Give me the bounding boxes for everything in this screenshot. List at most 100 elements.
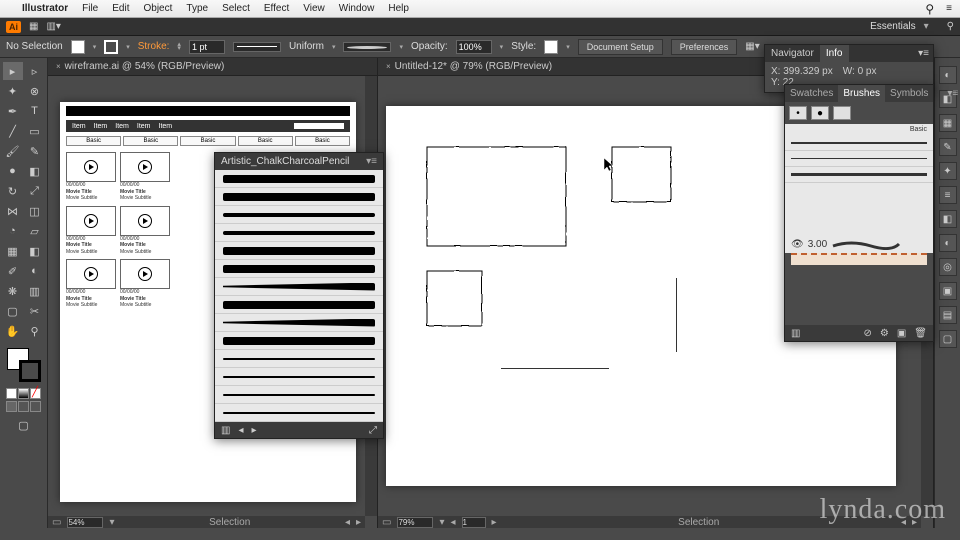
- direct-selection-tool[interactable]: ▹: [25, 62, 45, 80]
- zoom-dropdown-icon[interactable]: ▾: [439, 517, 444, 528]
- opacity-dropdown-icon[interactable]: ▾: [500, 43, 504, 51]
- fill-swatch[interactable]: [71, 40, 85, 54]
- brush-thumb[interactable]: [833, 106, 851, 120]
- lasso-tool[interactable]: ⊗: [25, 82, 45, 100]
- options-icon[interactable]: ⚙: [880, 328, 889, 339]
- menu-type[interactable]: Type: [186, 3, 208, 14]
- brushes-panel[interactable]: Swatches Brushes Symbols ▾≡ • ● Basic 👁 …: [784, 84, 934, 342]
- scroll-right-icon[interactable]: ▸: [356, 517, 361, 528]
- library-menu-icon[interactable]: ▥: [791, 328, 800, 339]
- zoom-right[interactable]: [397, 517, 433, 528]
- slice-tool[interactable]: ✂: [25, 302, 45, 320]
- magic-wand-tool[interactable]: ✦: [3, 82, 23, 100]
- zoom-dropdown-icon[interactable]: ▾: [109, 517, 114, 528]
- tab-swatches[interactable]: Swatches: [785, 85, 838, 102]
- screen-mode[interactable]: ▢: [14, 416, 34, 434]
- opacity-input[interactable]: [456, 40, 492, 54]
- symbol-sprayer-tool[interactable]: ❋: [3, 282, 23, 300]
- scroll-left-icon[interactable]: ◂: [345, 517, 350, 528]
- document-setup-button[interactable]: Document Setup: [578, 39, 663, 55]
- brush-library-list[interactable]: [215, 170, 383, 422]
- brush-library-item[interactable]: [215, 278, 383, 296]
- gradient-mode[interactable]: [18, 388, 29, 399]
- tab-info[interactable]: Info: [820, 45, 849, 62]
- brush-library-item[interactable]: [215, 386, 383, 404]
- brushes-panel-icon[interactable]: ✎: [939, 138, 957, 156]
- width-tool[interactable]: ⋈: [3, 202, 23, 220]
- artboard-prev-icon[interactable]: ◂: [450, 517, 455, 528]
- zoom-tool[interactable]: ⚲: [25, 322, 45, 340]
- artboard-tool[interactable]: ▢: [3, 302, 23, 320]
- fill-dropdown-icon[interactable]: ▾: [93, 43, 97, 51]
- brush-library-item[interactable]: [215, 242, 383, 260]
- scroll-right-icon[interactable]: ▸: [912, 517, 917, 528]
- symbols-panel-icon[interactable]: ✦: [939, 162, 957, 180]
- brush-library-item[interactable]: [215, 188, 383, 206]
- menu-extras-icon[interactable]: ≡: [946, 3, 952, 14]
- free-transform-tool[interactable]: ◫: [25, 202, 45, 220]
- preferences-button[interactable]: Preferences: [671, 39, 738, 55]
- view-mode-icon[interactable]: ▭: [382, 517, 391, 528]
- search-icon[interactable]: ⚲: [947, 21, 954, 32]
- layers-panel-icon[interactable]: ▤: [939, 306, 957, 324]
- workspace-switcher[interactable]: Essentials: [870, 21, 916, 32]
- stroke-weight-input[interactable]: [189, 40, 225, 54]
- graphic-styles-icon[interactable]: ▣: [939, 282, 957, 300]
- style-swatch[interactable]: [544, 40, 558, 54]
- tab-navigator[interactable]: Navigator: [765, 45, 820, 62]
- appearance-panel-icon[interactable]: ◎: [939, 258, 957, 276]
- brush-library-item[interactable]: [215, 296, 383, 314]
- expand-icon[interactable]: ⤢: [369, 425, 377, 436]
- style-dropdown-icon[interactable]: ▾: [566, 43, 570, 51]
- menu-view[interactable]: View: [303, 3, 325, 14]
- panel-menu-icon[interactable]: ▾≡: [943, 85, 960, 102]
- brush-library-item[interactable]: [215, 314, 383, 332]
- brush-library-item[interactable]: [215, 170, 383, 188]
- workspace-dropdown-icon[interactable]: ▾: [924, 21, 929, 32]
- draw-inside[interactable]: [30, 401, 41, 412]
- brush-item[interactable]: [785, 151, 933, 167]
- profile-dropdown-icon[interactable]: ▾: [332, 43, 336, 51]
- close-tab-icon[interactable]: ×: [386, 62, 391, 71]
- stroke-panel-icon[interactable]: ≡: [939, 186, 957, 204]
- stroke-profile[interactable]: [233, 42, 281, 52]
- artboard-next-icon[interactable]: ▸: [492, 517, 497, 528]
- stroke-swatch[interactable]: [104, 40, 118, 54]
- remove-stroke-icon[interactable]: ⊘: [863, 328, 871, 339]
- brush-library-item[interactable]: [215, 224, 383, 242]
- draw-behind[interactable]: [18, 401, 29, 412]
- brush-thumb[interactable]: •: [789, 106, 807, 120]
- new-brush-icon[interactable]: ▣: [897, 328, 906, 339]
- tab-brushes[interactable]: Brushes: [838, 85, 885, 102]
- pattern-brush-preview[interactable]: [791, 253, 927, 265]
- menu-file[interactable]: File: [82, 3, 98, 14]
- color-panel-icon[interactable]: ◐: [939, 66, 957, 84]
- brush-library-item[interactable]: [215, 260, 383, 278]
- shape-builder-tool[interactable]: ◔: [3, 222, 23, 240]
- brushes-list[interactable]: [785, 135, 933, 235]
- brush-item[interactable]: [785, 135, 933, 151]
- stroke-box[interactable]: [19, 360, 41, 382]
- eye-icon[interactable]: 👁: [791, 239, 804, 250]
- menu-help[interactable]: Help: [388, 3, 409, 14]
- line-tool[interactable]: ╱: [3, 122, 23, 140]
- eyedropper-tool[interactable]: ✐: [3, 262, 23, 280]
- rotate-tool[interactable]: ↻: [3, 182, 23, 200]
- zoom-left[interactable]: [67, 517, 103, 528]
- bridge-icon[interactable]: ▦: [29, 21, 38, 32]
- pencil-tool[interactable]: ✎: [25, 142, 45, 160]
- blob-brush-tool[interactable]: ●: [3, 162, 23, 180]
- gradient-tool[interactable]: ◧: [25, 242, 45, 260]
- delete-brush-icon[interactable]: 🗑: [914, 328, 927, 339]
- brush-definition[interactable]: [343, 42, 391, 52]
- swatches-panel-icon[interactable]: ▦: [939, 114, 957, 132]
- brush-library-item[interactable]: [215, 206, 383, 224]
- scale-tool[interactable]: ⤢: [25, 182, 45, 200]
- view-mode-icon[interactable]: ▭: [52, 517, 61, 528]
- close-tab-icon[interactable]: ×: [56, 62, 61, 71]
- hand-tool[interactable]: ✋: [3, 322, 23, 340]
- align-icon[interactable]: ▦▾: [745, 41, 759, 52]
- brush-library-item[interactable]: [215, 332, 383, 350]
- graph-tool[interactable]: ▥: [25, 282, 45, 300]
- rectangle-tool[interactable]: ▭: [25, 122, 45, 140]
